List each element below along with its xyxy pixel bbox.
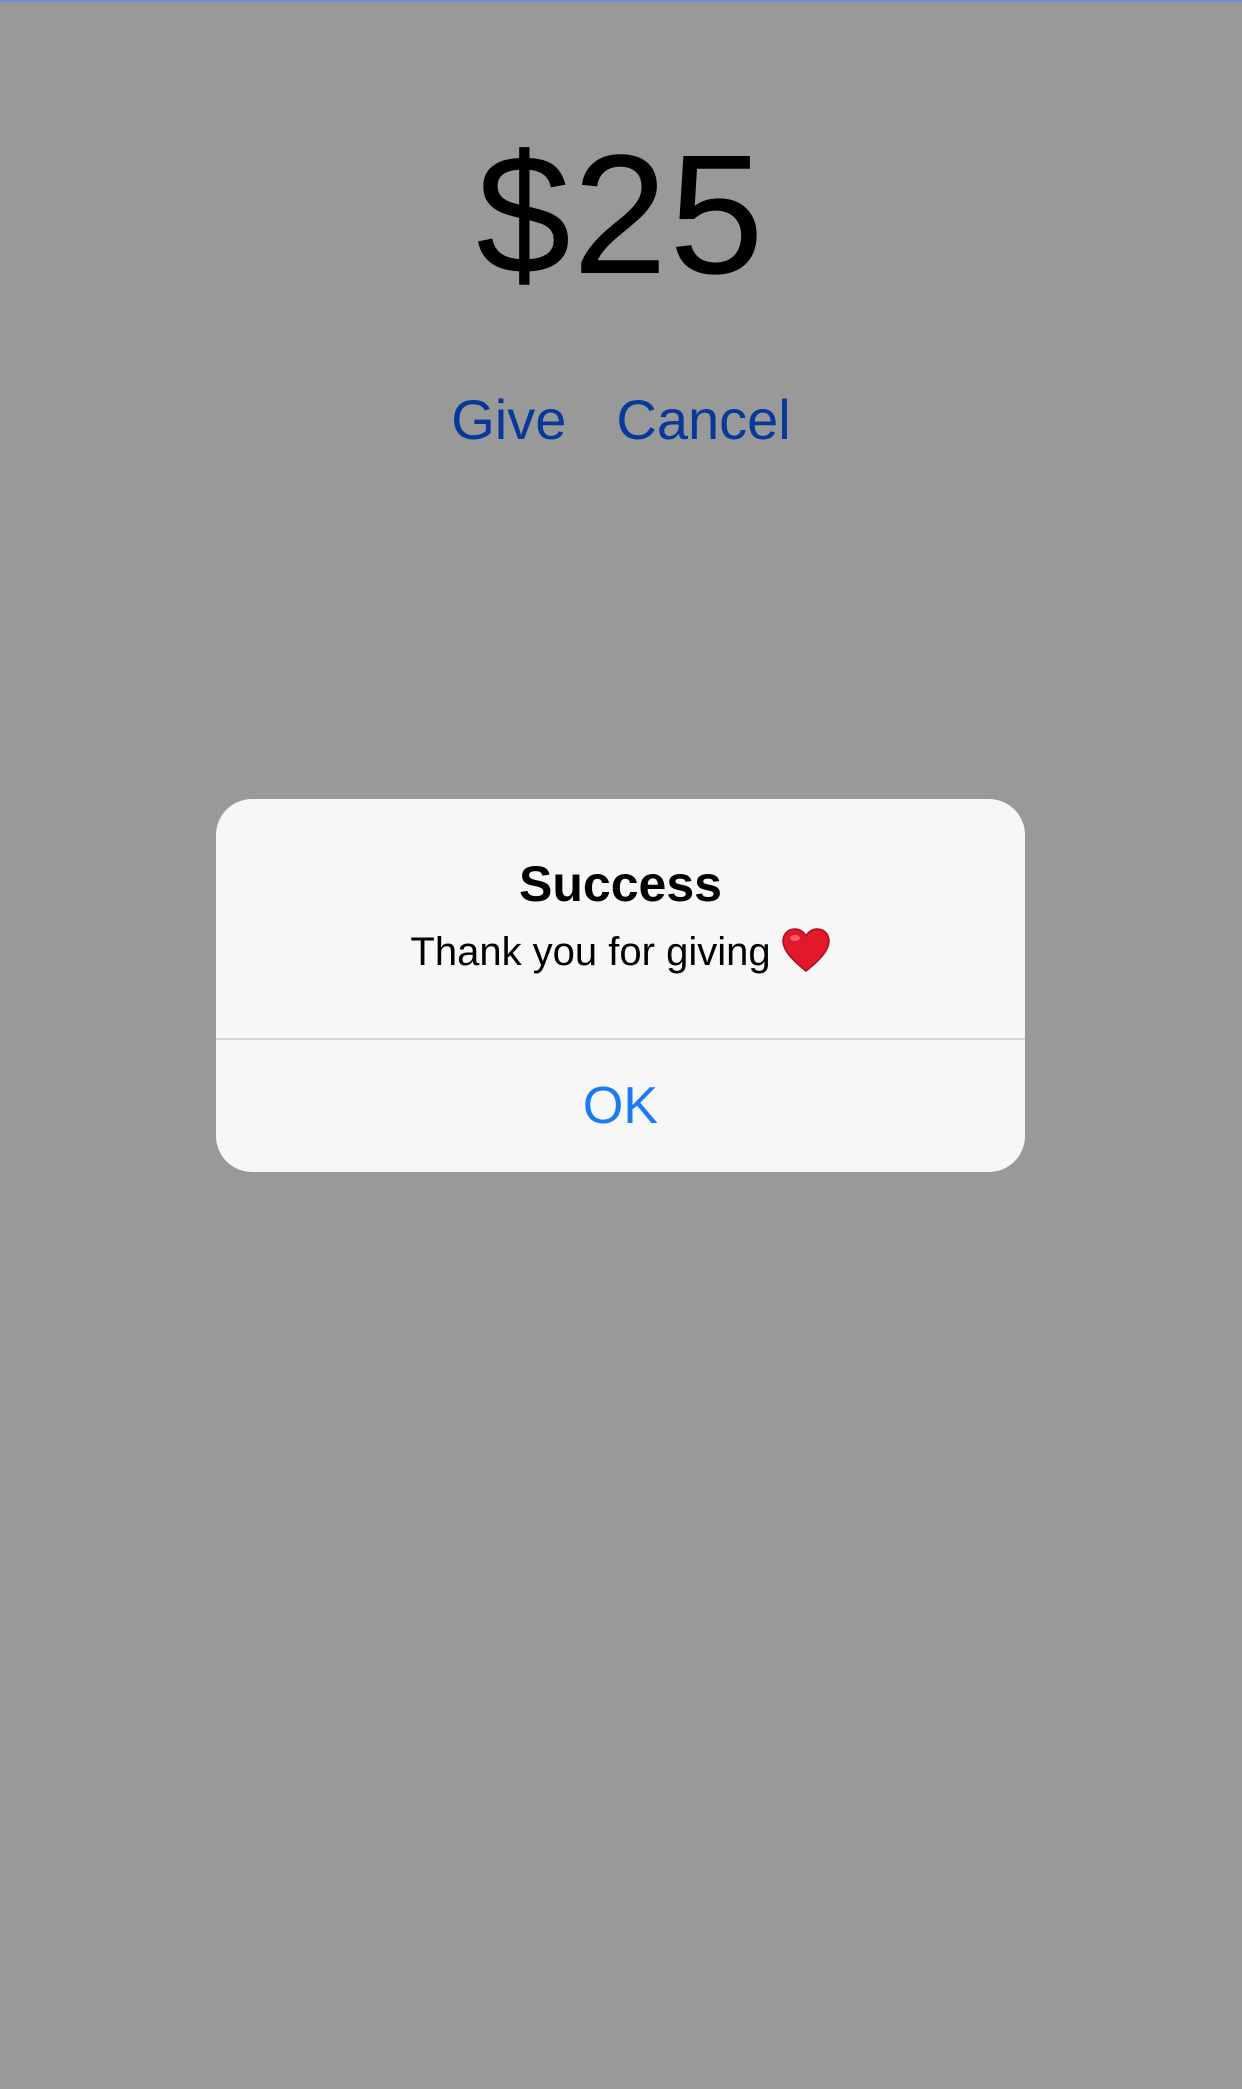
app-screen: $25 Give Cancel Success Thank you for gi… xyxy=(0,0,1242,2089)
heart-icon xyxy=(781,928,830,973)
top-divider xyxy=(0,0,1242,2)
success-alert: Success Thank you for giving OK xyxy=(216,799,1025,1172)
alert-title: Success xyxy=(519,856,722,912)
ok-button[interactable]: OK xyxy=(216,1040,1025,1172)
alert-message-row: Thank you for giving xyxy=(216,924,1025,980)
alert-content: Success Thank you for giving xyxy=(216,799,1025,1038)
alert-message: Thank you for giving xyxy=(410,930,771,974)
